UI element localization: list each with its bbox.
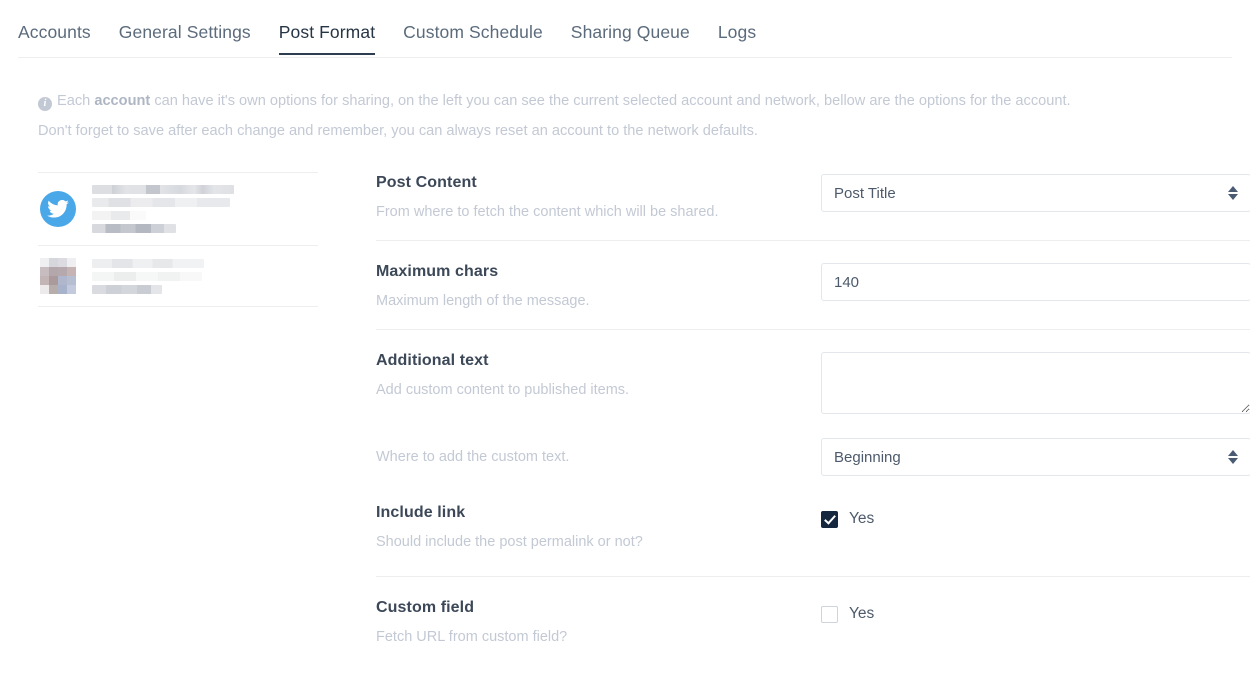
redacted-handle-line	[92, 224, 176, 233]
tab-general-settings[interactable]: General Settings	[119, 0, 251, 55]
notice-line1-bold: account	[94, 93, 151, 109]
include-link-checkbox-label: Yes	[849, 510, 875, 527]
additional-text-position-select[interactable]: Beginning	[821, 438, 1250, 476]
redacted-name-line	[92, 185, 234, 194]
redacted-name-line	[92, 258, 204, 268]
custom-field-checkbox[interactable]	[821, 605, 838, 623]
post-content-select[interactable]: Post Title	[821, 174, 1250, 212]
maximum-chars-control	[821, 261, 1250, 301]
field-additional-text: Additional text Add custom content to pu…	[376, 330, 1250, 422]
additional-text-control	[821, 350, 1250, 414]
redacted-name-line	[92, 271, 202, 281]
include-link-control: Yes	[821, 502, 1250, 528]
additional-text-labels: Additional text Add custom content to pu…	[376, 350, 821, 400]
additional-text-title: Additional text	[376, 352, 489, 369]
maximum-chars-input[interactable]	[821, 263, 1250, 301]
tab-sharing-queue[interactable]: Sharing Queue	[571, 0, 690, 55]
tab-logs[interactable]: Logs	[718, 0, 756, 55]
post-format-form: Post Content From where to fetch the con…	[318, 172, 1250, 655]
additional-text-textarea[interactable]	[821, 352, 1250, 414]
additional-text-position-control: Beginning	[821, 438, 1250, 476]
post-content-control: Post Title	[821, 172, 1250, 212]
tab-bar: Accounts General Settings Post Format Cu…	[0, 0, 1250, 58]
sidebar-account-second[interactable]	[38, 245, 318, 307]
post-content-title: Post Content	[376, 174, 477, 191]
account-sidebar	[38, 172, 318, 655]
info-notice: i Each account can have it's own options …	[0, 58, 1210, 146]
custom-field-labels: Custom field Fetch URL from custom field…	[376, 597, 821, 647]
include-link-title: Include link	[376, 504, 466, 521]
redacted-handle-line	[92, 211, 146, 220]
field-include-link: Include link Should include the post per…	[376, 498, 1250, 577]
custom-field-desc: Fetch URL from custom field?	[376, 629, 568, 645]
content-area: Post Content From where to fetch the con…	[0, 146, 1250, 655]
include-link-desc: Should include the post permalink or not…	[376, 534, 643, 550]
field-maximum-chars: Maximum chars Maximum length of the mess…	[376, 241, 1250, 330]
include-link-checkbox[interactable]	[821, 510, 838, 528]
twitter-bird-icon	[40, 191, 76, 227]
blurred-avatar-icon	[40, 258, 76, 294]
additional-text-position-labels: Where to add the custom text.	[376, 447, 821, 467]
tab-custom-schedule[interactable]: Custom Schedule	[403, 0, 543, 55]
notice-line2: Don't forget to save after each change a…	[38, 123, 758, 139]
field-custom-field: Custom field Fetch URL from custom field…	[376, 577, 1250, 655]
maximum-chars-desc: Maximum length of the message.	[376, 293, 590, 309]
custom-field-title: Custom field	[376, 599, 475, 616]
custom-field-checkbox-label: Yes	[849, 605, 875, 622]
redacted-name-line	[92, 198, 230, 207]
field-additional-text-position: Where to add the custom text. Beginning	[376, 422, 1250, 498]
notice-line1-pre: Each	[57, 93, 95, 109]
custom-field-control: Yes	[821, 597, 1250, 623]
sidebar-account-name-redacted	[92, 185, 316, 233]
field-post-content: Post Content From where to fetch the con…	[376, 172, 1250, 241]
post-content-labels: Post Content From where to fetch the con…	[376, 172, 821, 222]
maximum-chars-title: Maximum chars	[376, 263, 499, 280]
additional-text-position-desc: Where to add the custom text.	[376, 449, 570, 465]
tab-post-format[interactable]: Post Format	[278, 0, 376, 55]
include-link-labels: Include link Should include the post per…	[376, 502, 821, 552]
tab-accounts[interactable]: Accounts	[18, 0, 91, 55]
sidebar-account-twitter[interactable]	[38, 172, 318, 245]
info-circle-icon: i	[38, 97, 52, 111]
sidebar-account-name-redacted	[92, 258, 316, 294]
additional-text-desc: Add custom content to published items.	[376, 382, 630, 398]
redacted-handle-line	[92, 284, 162, 294]
maximum-chars-labels: Maximum chars Maximum length of the mess…	[376, 261, 821, 311]
post-content-desc: From where to fetch the content which wi…	[376, 204, 719, 220]
notice-line1-post: can have it's own options for sharing, o…	[150, 93, 1071, 109]
